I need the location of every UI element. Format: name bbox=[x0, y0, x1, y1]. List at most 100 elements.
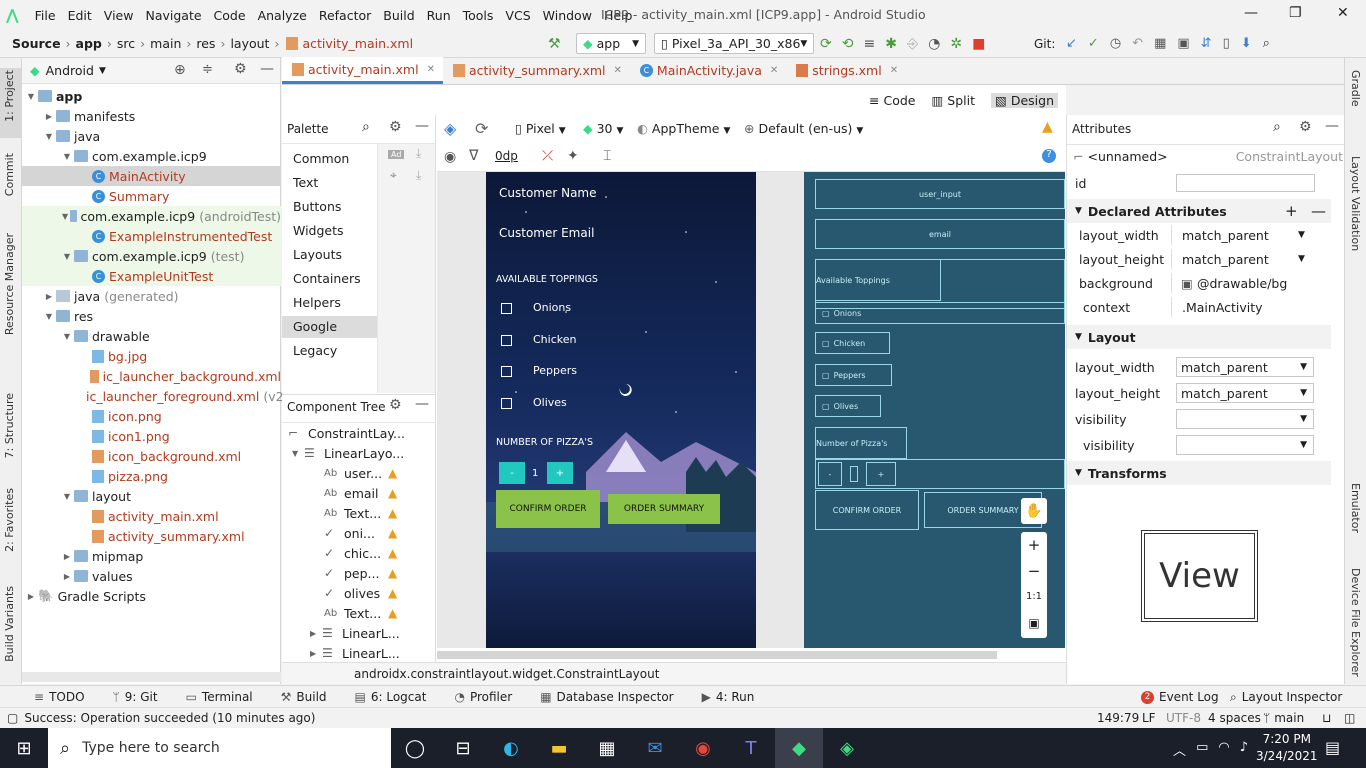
sync-icon[interactable]: ⬇ bbox=[1241, 36, 1252, 51]
file-explorer-icon[interactable]: ▬ bbox=[535, 728, 583, 768]
menu-tools[interactable]: Tools bbox=[457, 8, 500, 23]
bottom-tool-3[interactable]: ⚒ Build bbox=[281, 690, 327, 704]
warning-icon[interactable]: ▲ bbox=[388, 486, 397, 500]
lock-icon[interactable]: ⊔ bbox=[1322, 711, 1331, 725]
blueprint-quantity[interactable] bbox=[850, 466, 858, 482]
expand-arrow-icon[interactable]: ▶ bbox=[310, 629, 322, 638]
emulator-tab[interactable]: Emulator bbox=[1349, 483, 1362, 533]
timeline-icon[interactable]: ⊟ bbox=[439, 728, 487, 768]
blueprint-plus[interactable]: + bbox=[866, 462, 896, 486]
expand-arrow-icon[interactable]: ▶ bbox=[26, 592, 36, 601]
apply-changes-icon[interactable]: ⟲ bbox=[842, 36, 854, 52]
menu-vcs[interactable]: VCS bbox=[499, 8, 536, 23]
layers-icon[interactable]: ◈ bbox=[444, 119, 456, 138]
blueprint-toppings-label[interactable]: Available Toppings bbox=[815, 259, 941, 301]
blueprint-onions[interactable]: ▢ Onions bbox=[815, 302, 1065, 324]
taskbar-search[interactable]: ⌕ Type here to search bbox=[48, 728, 391, 768]
line-separator[interactable]: LF bbox=[1142, 711, 1156, 725]
clear-constraints-icon[interactable]: ⤫ bbox=[542, 148, 553, 164]
project-tree-item[interactable]: ic_launcher_foreground.xml (v2 bbox=[22, 386, 284, 406]
stop-icon[interactable]: ■ bbox=[972, 36, 985, 52]
component-breadcrumb[interactable]: androidx.constraintlayout.widget.Constra… bbox=[354, 667, 659, 681]
project-tree-item[interactable]: ▼ layout bbox=[22, 486, 281, 506]
menu-build[interactable]: Build bbox=[377, 8, 420, 23]
battery-icon[interactable]: ▭ bbox=[1196, 740, 1208, 759]
download-icon-2[interactable]: ⤓ bbox=[416, 168, 421, 183]
breadcrumb-res[interactable]: res bbox=[196, 36, 215, 51]
palette-gear-icon[interactable]: ⚙ bbox=[389, 119, 402, 135]
attach-icon[interactable]: ⎆ bbox=[907, 36, 918, 52]
close-window-button[interactable]: ✕ bbox=[1337, 5, 1349, 21]
blueprint-pizzas-label[interactable]: Number of Pizza's bbox=[815, 427, 907, 459]
project-tree-item[interactable]: C Summary bbox=[22, 186, 281, 206]
breadcrumb-main[interactable]: main bbox=[150, 36, 181, 51]
close-tab-icon[interactable]: ✕ bbox=[427, 64, 435, 75]
canvas-scrollbar[interactable] bbox=[437, 651, 997, 659]
clock[interactable]: 7:20 PM 3/24/2021 bbox=[1256, 731, 1318, 765]
component-tree-item[interactable]: Ab Text... ▲ bbox=[282, 603, 436, 623]
vpn-icon[interactable]: ◈ bbox=[823, 728, 871, 768]
help-icon[interactable]: ? bbox=[1042, 149, 1056, 163]
device-manager-icon[interactable]: ▣ bbox=[1177, 36, 1189, 51]
component-tree-gear-icon[interactable]: ⚙ bbox=[389, 397, 402, 413]
warning-icon[interactable]: ▲ bbox=[388, 566, 397, 580]
expand-arrow-icon[interactable]: ▼ bbox=[44, 312, 54, 321]
pan-hand-icon[interactable]: ✋ bbox=[1021, 498, 1047, 524]
project-tree-item[interactable]: ▼ com.example.icp9 (test) bbox=[22, 246, 281, 266]
topping-checkbox[interactable] bbox=[501, 334, 512, 346]
menu-window[interactable]: Window bbox=[537, 8, 598, 23]
warning-icon[interactable]: ▲ bbox=[388, 466, 397, 480]
horizontal-scrollbar[interactable] bbox=[22, 672, 281, 682]
customer-email-field[interactable]: Customer Email bbox=[499, 226, 594, 240]
volume-icon[interactable]: ♪ bbox=[1240, 740, 1248, 759]
blueprint-view[interactable]: user_input email Available Toppings ▢ Oni… bbox=[804, 172, 1065, 648]
component-tree-hide-icon[interactable]: — bbox=[415, 396, 429, 412]
blueprint-olives[interactable]: ▢ Olives bbox=[815, 395, 881, 417]
magic-wand-icon[interactable]: ✦ bbox=[567, 148, 579, 164]
collapse-icon[interactable]: ≑ bbox=[202, 62, 213, 77]
attr-value[interactable]: @drawable/bg bbox=[1197, 276, 1287, 291]
profile-icon[interactable]: ◔ bbox=[928, 36, 940, 52]
project-tree-item[interactable]: ▼ com.example.icp9 (androidTest) bbox=[22, 206, 281, 226]
breadcrumb-app[interactable]: app bbox=[76, 36, 102, 51]
warning-icon[interactable]: ▲ bbox=[1042, 119, 1053, 135]
bottom-tool-0[interactable]: ≡ TODO bbox=[34, 690, 85, 704]
dropdown-arrow-icon[interactable]: ▼ bbox=[1298, 254, 1305, 264]
project-tree-item[interactable]: ▶ manifests bbox=[22, 106, 281, 126]
project-tree-item[interactable]: icon.png bbox=[22, 406, 281, 426]
menu-refactor[interactable]: Refactor bbox=[313, 8, 377, 23]
project-tree-item[interactable]: C ExampleUnitTest bbox=[22, 266, 281, 286]
event-log-button[interactable]: 2 Event Log bbox=[1141, 690, 1219, 704]
menu-edit[interactable]: Edit bbox=[62, 8, 98, 23]
component-tree-item[interactable]: Ab user... ▲ bbox=[282, 463, 436, 483]
palette-category[interactable]: Buttons bbox=[282, 196, 377, 218]
autoconnect-icon[interactable]: ᐁ bbox=[469, 148, 479, 164]
split-mode-button[interactable]: ▥ Split bbox=[931, 93, 975, 108]
notifications-icon[interactable]: ▤ bbox=[1325, 738, 1340, 757]
close-tab-icon[interactable]: ✕ bbox=[614, 65, 622, 76]
device-file-explorer-tab[interactable]: Device File Explorer bbox=[1349, 568, 1362, 677]
project-structure-icon[interactable]: ▦ bbox=[1154, 36, 1166, 51]
menu-code[interactable]: Code bbox=[208, 8, 252, 23]
sdk-manager-icon[interactable]: ⇵ bbox=[1201, 36, 1212, 51]
chrome-icon[interactable]: ◉ bbox=[679, 728, 727, 768]
debug-icon[interactable]: ✱ bbox=[885, 36, 897, 52]
project-tree-item[interactable]: ▼ com.example.icp9 bbox=[22, 146, 281, 166]
expand-arrow-icon[interactable]: ▼ bbox=[44, 132, 54, 141]
project-tree-item[interactable]: ▼ java bbox=[22, 126, 281, 146]
git-commit-icon[interactable]: ✓ bbox=[1088, 36, 1099, 51]
project-tree-item[interactable]: icon_background.xml bbox=[22, 446, 281, 466]
map-pin-icon[interactable]: ⌖ bbox=[390, 168, 397, 183]
bug-icon[interactable]: ✲ bbox=[950, 36, 962, 52]
store-icon[interactable]: ▦ bbox=[583, 728, 631, 768]
add-attribute-icon[interactable]: + bbox=[1285, 202, 1298, 220]
theme-selector[interactable]: ◐ AppTheme ▼ bbox=[637, 121, 730, 136]
blueprint-chicken[interactable]: ▢ Chicken bbox=[815, 332, 890, 354]
layout-validation-tab[interactable]: Layout Validation bbox=[1349, 156, 1362, 251]
structure-tool-tab[interactable]: 7: Structure bbox=[3, 393, 16, 458]
declared-attributes-header[interactable]: ▼ Declared Attributes + — bbox=[1067, 199, 1331, 223]
component-tree-item[interactable]: ▶ ☰ LinearL... bbox=[282, 623, 436, 643]
run-config-dropdown[interactable]: ◆ app ▼ bbox=[576, 33, 646, 54]
bottom-tool-4[interactable]: ▤ 6: Logcat bbox=[355, 690, 427, 704]
component-tree-item[interactable]: Ab Text... ▲ bbox=[282, 503, 436, 523]
